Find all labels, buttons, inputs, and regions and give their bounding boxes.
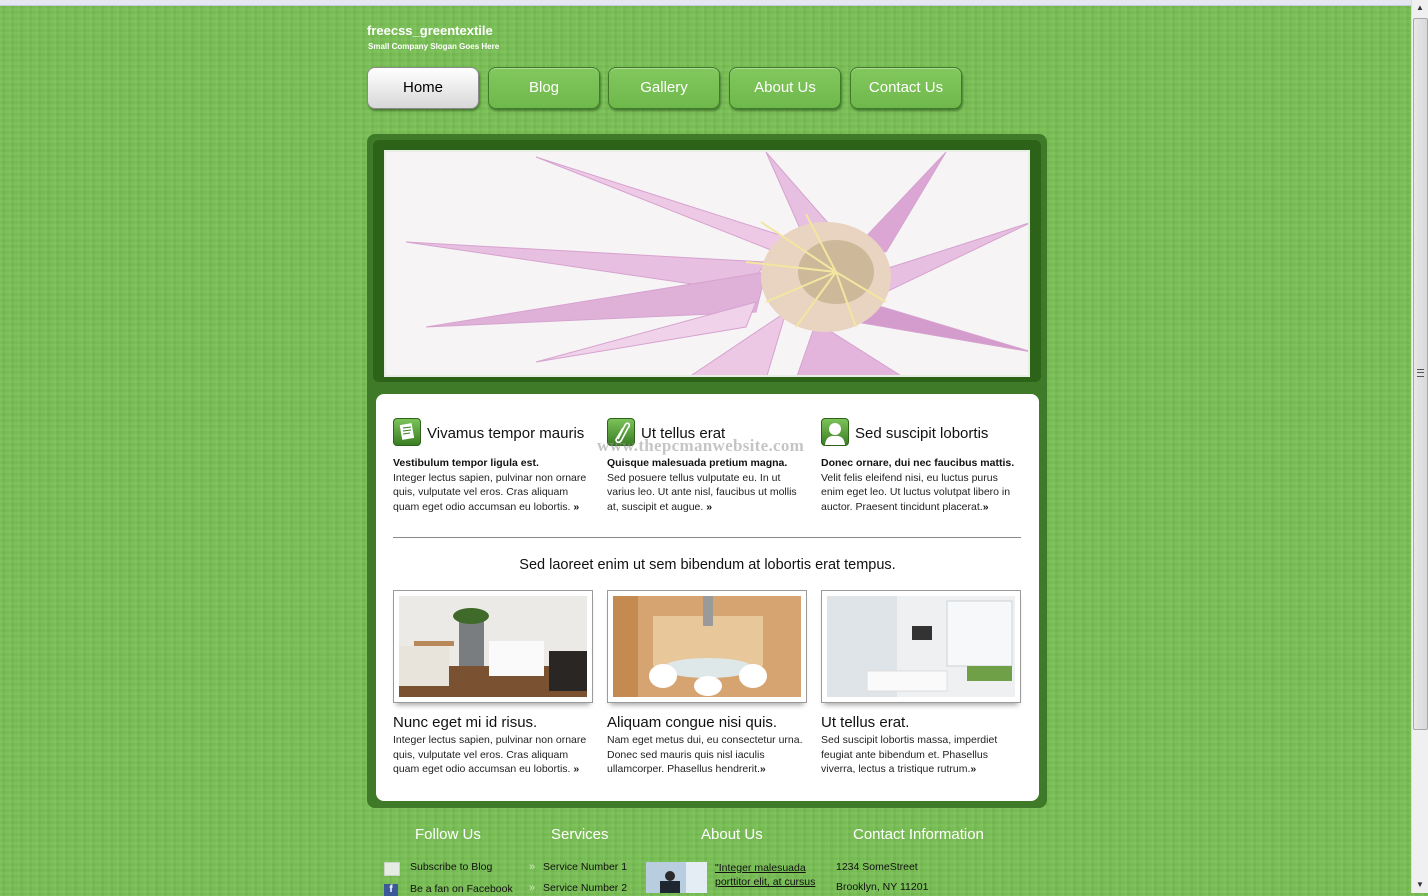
kitchen-image [613, 596, 801, 697]
nav-home[interactable]: Home [367, 67, 479, 109]
watermark: www.thepcmanwebsite.com [597, 436, 805, 455]
flower-image [386, 152, 1028, 375]
tagline: Sed laoreet enim ut sem bibendum at lobo… [519, 557, 896, 573]
gallery-text: Sed suscipit lobortis massa, imperdiet f… [821, 734, 998, 775]
nav-about-us[interactable]: About Us [729, 67, 841, 109]
nav-gallery[interactable]: Gallery [608, 67, 720, 109]
site-title[interactable]: freecss_greentextile [367, 23, 493, 38]
footer-heading-contact: Contact Information [853, 826, 984, 843]
service-link[interactable]: Service Number 1 [543, 861, 627, 873]
section-divider [393, 537, 1021, 538]
facebook-link[interactable]: Be a fan on Facebook [410, 883, 513, 895]
read-more-link[interactable]: » [573, 501, 579, 513]
contact-street: 1234 SomeStreet [836, 861, 918, 873]
grip-icon [1417, 369, 1424, 377]
gallery-title: Aliquam congue nisi quis. [607, 714, 778, 731]
service-link[interactable]: Service Number 2 [543, 882, 627, 894]
read-more-link[interactable]: » [970, 763, 976, 775]
feature-text: Quisque malesuada pretium magna. Sed posu… [607, 457, 797, 513]
mail-icon [384, 862, 400, 876]
footer-heading-services: Services [551, 826, 609, 843]
white-room-image [827, 596, 1015, 697]
feature-title: Sed suscipit lobortis [855, 425, 989, 442]
site-slogan: Small Company Slogan Goes Here [368, 42, 500, 51]
read-more-link[interactable]: » [573, 763, 579, 775]
user-icon [821, 418, 849, 446]
gallery-text: Integer lectus sapien, pulvinar non orna… [393, 734, 587, 775]
bullet-icon: » [529, 861, 536, 873]
bullet-icon: » [529, 882, 536, 894]
read-more-link[interactable]: » [760, 763, 766, 775]
feature-title: Vivamus tempor mauris [427, 425, 585, 442]
scrollbar-thumb[interactable] [1413, 18, 1428, 730]
gallery-title: Nunc eget mi id risus. [393, 714, 538, 731]
scroll-up-arrow-icon[interactable]: ▲ [1414, 2, 1426, 14]
read-more-link[interactable]: » [983, 501, 989, 513]
facebook-icon: f [384, 884, 398, 896]
vertical-scrollbar[interactable]: ▲ ▼ [1411, 0, 1428, 893]
nav-contact-us[interactable]: Contact Us [850, 67, 962, 109]
gallery-text: Nam eget metus dui, eu consectetur urna.… [607, 734, 803, 775]
gallery-title: Ut tellus erat. [821, 714, 910, 731]
footer-heading-follow: Follow Us [415, 826, 481, 843]
footer-heading-about: About Us [701, 826, 763, 843]
gallery-thumb[interactable] [607, 590, 807, 703]
scroll-down-arrow-icon[interactable]: ▼ [1414, 879, 1426, 891]
living-room-image [399, 596, 587, 697]
subscribe-link[interactable]: Subscribe to Blog [410, 861, 492, 873]
document-icon [393, 418, 421, 446]
nav-blog[interactable]: Blog [488, 67, 600, 109]
gallery-thumb[interactable] [393, 590, 593, 703]
feature-text: Vestibulum tempor ligula est. Integer lec… [393, 457, 587, 513]
gallery-thumb[interactable] [821, 590, 1021, 703]
read-more-link[interactable]: » [706, 501, 712, 513]
banner-image [384, 150, 1030, 377]
about-thumbnail [646, 862, 707, 893]
feature-text: Donec ornare, dui nec faucibus mattis. Ve… [821, 457, 1015, 513]
browser-top-edge [0, 0, 1412, 6]
about-quote-link[interactable]: "Integer malesuada porttitor elit, at cur… [715, 861, 820, 889]
contact-city: Brooklyn, NY 11201 [836, 881, 929, 893]
